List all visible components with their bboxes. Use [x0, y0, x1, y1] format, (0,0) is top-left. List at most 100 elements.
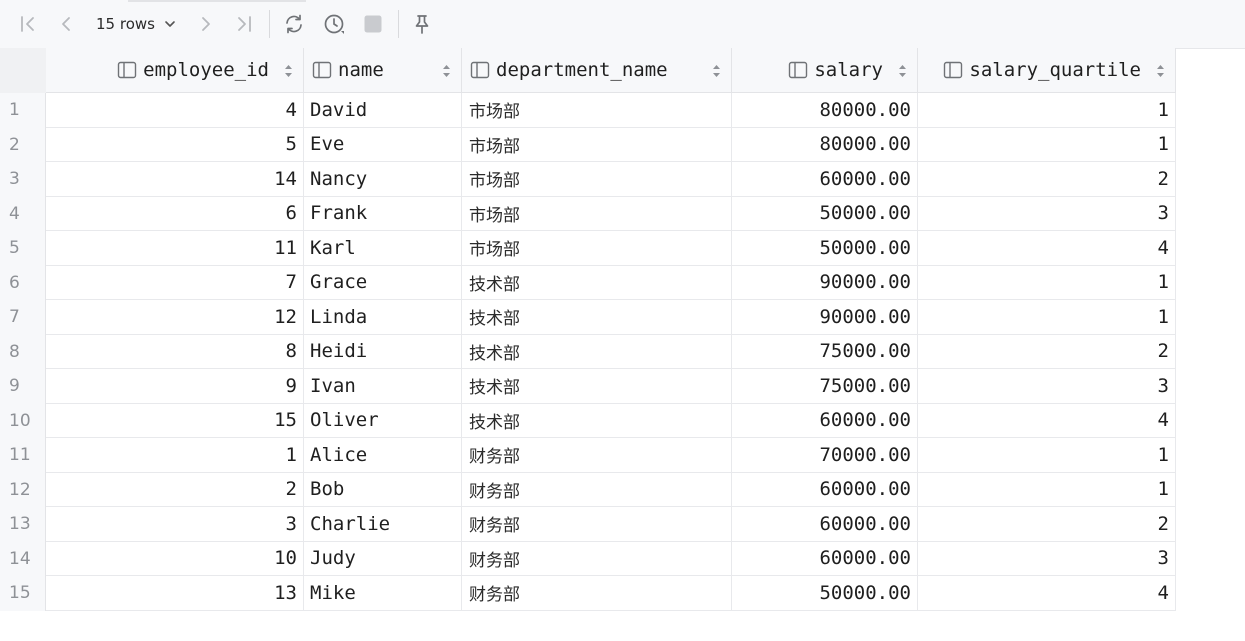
- cell-department-name[interactable]: 技术部: [462, 334, 732, 369]
- first-page-button[interactable]: [16, 12, 40, 36]
- cell-salary-quartile[interactable]: 4: [918, 231, 1176, 266]
- cell-salary[interactable]: 60000.00: [732, 507, 918, 542]
- prev-page-button[interactable]: [54, 12, 78, 36]
- cell-employee-id[interactable]: 11: [46, 231, 304, 266]
- cell-salary[interactable]: 75000.00: [732, 369, 918, 404]
- cell-salary-quartile[interactable]: 1: [918, 93, 1176, 128]
- row-number[interactable]: 9: [0, 369, 46, 404]
- stop-button[interactable]: [361, 12, 385, 36]
- history-button[interactable]: [322, 12, 346, 36]
- cell-employee-id[interactable]: 4: [46, 93, 304, 128]
- cell-salary-quartile[interactable]: 1: [918, 127, 1176, 162]
- cell-name[interactable]: Mike: [304, 576, 462, 611]
- cell-salary[interactable]: 80000.00: [732, 127, 918, 162]
- cell-employee-id[interactable]: 6: [46, 196, 304, 231]
- row-number[interactable]: 15: [0, 576, 46, 611]
- cell-salary[interactable]: 90000.00: [732, 300, 918, 335]
- cell-department-name[interactable]: 市场部: [462, 127, 732, 162]
- column-header-name[interactable]: name: [304, 48, 462, 93]
- cell-employee-id[interactable]: 8: [46, 334, 304, 369]
- row-number[interactable]: 7: [0, 300, 46, 335]
- cell-name[interactable]: Judy: [304, 541, 462, 576]
- cell-salary-quartile[interactable]: 2: [918, 334, 1176, 369]
- cell-department-name[interactable]: 财务部: [462, 472, 732, 507]
- sort-icon[interactable]: [442, 64, 451, 78]
- cell-department-name[interactable]: 技术部: [462, 369, 732, 404]
- cell-department-name[interactable]: 市场部: [462, 231, 732, 266]
- cell-department-name[interactable]: 市场部: [462, 93, 732, 128]
- cell-salary[interactable]: 60000.00: [732, 162, 918, 197]
- cell-employee-id[interactable]: 7: [46, 265, 304, 300]
- row-number[interactable]: 14: [0, 541, 46, 576]
- row-number[interactable]: 11: [0, 438, 46, 473]
- cell-salary-quartile[interactable]: 1: [918, 265, 1176, 300]
- cell-salary-quartile[interactable]: 2: [918, 162, 1176, 197]
- row-number[interactable]: 3: [0, 162, 46, 197]
- row-number[interactable]: 13: [0, 507, 46, 542]
- rows-count-dropdown[interactable]: 15 rows: [96, 12, 177, 36]
- sort-icon[interactable]: [712, 64, 721, 78]
- cell-name[interactable]: Eve: [304, 127, 462, 162]
- cell-salary[interactable]: 75000.00: [732, 334, 918, 369]
- row-number[interactable]: 5: [0, 231, 46, 266]
- cell-employee-id[interactable]: 3: [46, 507, 304, 542]
- column-header-employee-id[interactable]: employee_id: [46, 48, 304, 93]
- cell-name[interactable]: Linda: [304, 300, 462, 335]
- cell-department-name[interactable]: 财务部: [462, 507, 732, 542]
- cell-name[interactable]: Bob: [304, 472, 462, 507]
- cell-employee-id[interactable]: 2: [46, 472, 304, 507]
- row-number[interactable]: 8: [0, 334, 46, 369]
- cell-name[interactable]: Grace: [304, 265, 462, 300]
- cell-department-name[interactable]: 财务部: [462, 576, 732, 611]
- cell-salary[interactable]: 70000.00: [732, 438, 918, 473]
- cell-department-name[interactable]: 市场部: [462, 196, 732, 231]
- cell-salary[interactable]: 50000.00: [732, 576, 918, 611]
- cell-name[interactable]: Karl: [304, 231, 462, 266]
- cell-department-name[interactable]: 技术部: [462, 300, 732, 335]
- cell-salary[interactable]: 50000.00: [732, 231, 918, 266]
- cell-salary[interactable]: 60000.00: [732, 541, 918, 576]
- cell-salary-quartile[interactable]: 4: [918, 576, 1176, 611]
- cell-department-name[interactable]: 财务部: [462, 541, 732, 576]
- cell-employee-id[interactable]: 14: [46, 162, 304, 197]
- cell-salary-quartile[interactable]: 1: [918, 438, 1176, 473]
- cell-salary[interactable]: 60000.00: [732, 403, 918, 438]
- cell-employee-id[interactable]: 9: [46, 369, 304, 404]
- cell-department-name[interactable]: 财务部: [462, 438, 732, 473]
- cell-department-name[interactable]: 技术部: [462, 403, 732, 438]
- next-page-button[interactable]: [194, 12, 218, 36]
- cell-name[interactable]: Charlie: [304, 507, 462, 542]
- sort-icon[interactable]: [1156, 64, 1165, 78]
- cell-name[interactable]: Heidi: [304, 334, 462, 369]
- cell-department-name[interactable]: 市场部: [462, 162, 732, 197]
- cell-name[interactable]: David: [304, 93, 462, 128]
- cell-name[interactable]: Nancy: [304, 162, 462, 197]
- row-number[interactable]: 2: [0, 127, 46, 162]
- cell-name[interactable]: Frank: [304, 196, 462, 231]
- cell-name[interactable]: Oliver: [304, 403, 462, 438]
- row-number[interactable]: 10: [0, 403, 46, 438]
- cell-name[interactable]: Ivan: [304, 369, 462, 404]
- column-header-department-name[interactable]: department_name: [462, 48, 732, 93]
- last-page-button[interactable]: [232, 12, 256, 36]
- cell-salary-quartile[interactable]: 3: [918, 541, 1176, 576]
- cell-salary[interactable]: 90000.00: [732, 265, 918, 300]
- cell-name[interactable]: Alice: [304, 438, 462, 473]
- cell-salary-quartile[interactable]: 2: [918, 507, 1176, 542]
- cell-employee-id[interactable]: 5: [46, 127, 304, 162]
- column-header-salary-quartile[interactable]: salary_quartile: [918, 48, 1176, 93]
- cell-employee-id[interactable]: 1: [46, 438, 304, 473]
- cell-salary-quartile[interactable]: 3: [918, 196, 1176, 231]
- sort-icon[interactable]: [284, 64, 293, 78]
- row-number[interactable]: 12: [0, 472, 46, 507]
- cell-employee-id[interactable]: 10: [46, 541, 304, 576]
- sort-icon[interactable]: [898, 64, 907, 78]
- row-number[interactable]: 1: [0, 93, 46, 128]
- cell-salary[interactable]: 80000.00: [732, 93, 918, 128]
- pin-button[interactable]: [410, 12, 434, 36]
- cell-salary[interactable]: 60000.00: [732, 472, 918, 507]
- cell-employee-id[interactable]: 15: [46, 403, 304, 438]
- cell-salary-quartile[interactable]: 3: [918, 369, 1176, 404]
- cell-salary-quartile[interactable]: 1: [918, 300, 1176, 335]
- cell-employee-id[interactable]: 12: [46, 300, 304, 335]
